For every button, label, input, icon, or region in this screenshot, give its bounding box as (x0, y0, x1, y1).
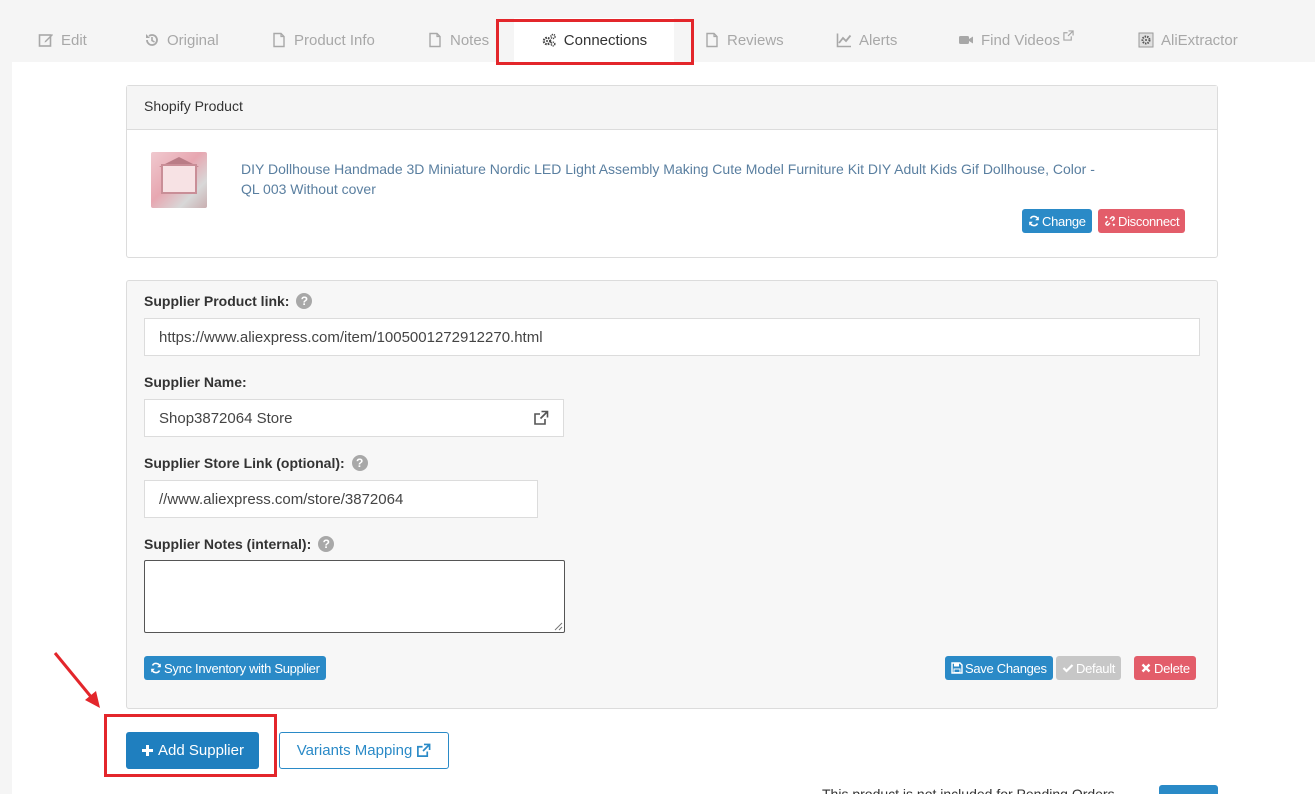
product-thumbnail[interactable] (151, 152, 207, 208)
file-icon (706, 32, 718, 48)
tab-alerts[interactable]: Alerts (836, 18, 897, 62)
external-link-icon (1063, 30, 1074, 41)
tab-label: AliExtractor (1161, 31, 1238, 49)
tab-label: Edit (61, 31, 87, 49)
tab-aliextractor[interactable]: AliExtractor (1138, 18, 1238, 62)
supplier-store-link-input[interactable]: //www.aliexpress.com/store/3872064 (144, 480, 538, 518)
check-icon (1062, 664, 1074, 673)
tab-label: Notes (450, 31, 490, 49)
tab-product-info[interactable]: Product Info (271, 18, 375, 62)
sync-inventory-button[interactable]: Sync Inventory with Supplier (144, 656, 326, 680)
supplier-name-input[interactable]: Shop3872064 Store (144, 399, 520, 437)
resize-handle-icon[interactable] (554, 622, 563, 631)
tab-edit[interactable]: Edit (38, 18, 87, 62)
tab-original[interactable]: Original (144, 18, 219, 62)
tab-label: Original (167, 31, 219, 49)
save-changes-button[interactable]: Save Changes (945, 656, 1053, 680)
delete-button[interactable]: Delete (1134, 656, 1196, 680)
open-supplier-button[interactable] (519, 399, 564, 437)
chart-icon (836, 33, 852, 48)
change-button[interactable]: Change (1022, 209, 1092, 233)
tab-label: Reviews (727, 31, 784, 49)
help-icon[interactable]: ? (296, 293, 313, 309)
tab-label: Alerts (859, 31, 898, 49)
file-icon (273, 32, 285, 48)
add-supplier-highlight (104, 714, 277, 777)
help-icon[interactable]: ? (318, 536, 335, 552)
external-link-icon (417, 743, 431, 757)
supplier-name-label: Supplier Name: (144, 374, 247, 390)
disconnect-button[interactable]: Disconnect (1098, 209, 1186, 233)
file-icon (429, 32, 441, 48)
aliextractor-icon (1138, 32, 1154, 48)
video-icon (959, 36, 973, 44)
tab-notes[interactable]: Notes (427, 18, 489, 62)
default-button[interactable]: Default (1056, 656, 1122, 680)
supplier-notes-label: Supplier Notes (internal): ? (144, 536, 335, 552)
product-title-link[interactable]: DIY Dollhouse Handmade 3D Miniature Nord… (241, 159, 1101, 199)
tab-find-videos[interactable]: Find Videos (958, 18, 1074, 62)
supplier-product-link-input[interactable]: https://www.aliexpress.com/item/10050012… (144, 318, 1200, 356)
pending-orders-note: This product is not included for Pending… (822, 786, 1115, 794)
unlink-icon (1104, 215, 1116, 227)
panel-heading: Shopify Product (127, 86, 1217, 130)
help-icon[interactable]: ? (351, 455, 368, 471)
pending-orders-button[interactable] (1159, 785, 1218, 794)
supplier-product-link-label: Supplier Product link: ? (144, 293, 313, 309)
shopify-product-panel: Shopify Product DIY Dollhouse Handmade 3… (126, 85, 1218, 258)
tab-label: Find Videos (981, 31, 1060, 49)
variants-mapping-button[interactable]: Variants Mapping (279, 732, 449, 769)
history-icon (146, 34, 158, 46)
tab-label: Product Info (294, 31, 375, 49)
refresh-icon (1029, 215, 1039, 227)
save-icon (951, 662, 963, 674)
annotation-arrow-icon (53, 652, 100, 708)
refresh-icon (151, 662, 161, 674)
external-link-icon (534, 410, 549, 425)
edit-icon (38, 34, 53, 47)
supplier-store-link-label: Supplier Store Link (optional): ? (144, 455, 368, 471)
tab-reviews[interactable]: Reviews (704, 18, 784, 62)
close-icon (1141, 663, 1151, 673)
connections-tab-highlight (496, 19, 694, 65)
supplier-notes-textarea[interactable] (144, 560, 565, 633)
